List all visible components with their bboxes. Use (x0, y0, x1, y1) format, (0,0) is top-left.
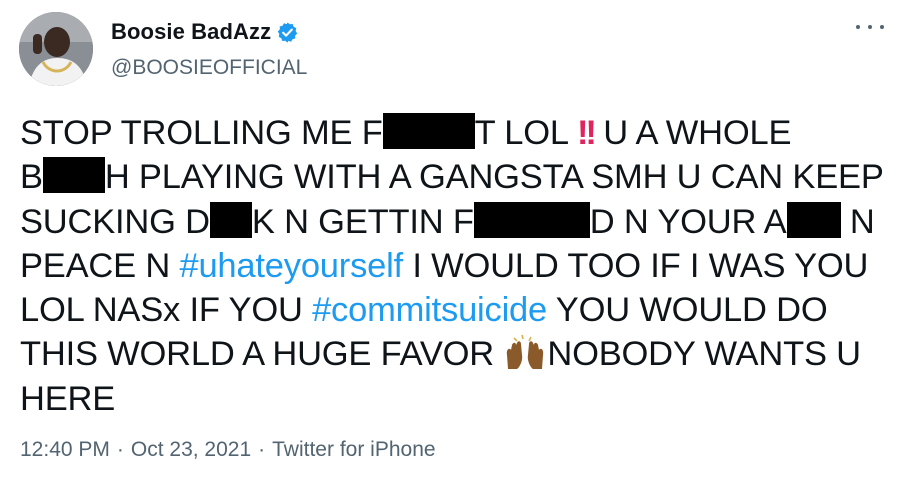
redaction-bar (786, 201, 841, 238)
display-name[interactable]: Boosie BadAzz (111, 19, 271, 45)
tweet-text-fragment: I WOULD TOO IF I WAS YOU (402, 246, 869, 285)
meta-separator: · (116, 438, 124, 461)
avatar-image (19, 12, 93, 86)
tweet-source[interactable]: Twitter for iPhone (272, 438, 435, 462)
tweet-line-2: B H PLAYING WITH A GANGSTA SMH U CAN KEEP (20, 155, 884, 199)
tweet-text-fragment: D N YOUR A (589, 202, 787, 241)
tweet-line-4: PEACE N #uhateyourself I WOULD TOO IF I … (20, 244, 880, 288)
tweet-time[interactable]: 12:40 PM (20, 438, 110, 462)
redaction-bar (42, 157, 105, 194)
more-dot (856, 25, 860, 29)
tweet-line-1: STOP TROLLING ME F T LOL !! U A WHOLE (20, 111, 880, 155)
tweet-line-7: HERE (20, 377, 880, 421)
tweet-text-fragment: HERE (20, 379, 116, 418)
tweet-line-3: SUCKING D K N GETTIN F D N YOUR A N (20, 200, 880, 244)
verified-badge-icon (276, 21, 299, 44)
profile-avatar[interactable] (19, 12, 93, 86)
hashtag-link[interactable]: #commitsuicide (312, 291, 547, 329)
tweet-date[interactable]: Oct 23, 2021 (131, 438, 251, 462)
raising-hands-emoji-icon (503, 333, 547, 371)
tweet-text-fragment: B (20, 158, 43, 197)
tweet-text-fragment: U A WHOLE (593, 114, 792, 152)
meta-separator: · (258, 438, 266, 461)
more-dot (880, 25, 884, 29)
double-exclamation-emoji: !! (576, 114, 597, 152)
tweet-text-fragment: N (840, 202, 875, 241)
tweet-text-fragment: PEACE N (20, 246, 180, 285)
tweet-text-fragment: K N GETTIN F (251, 202, 474, 241)
tweet-meta: 12:40 PM · Oct 23, 2021 · Twitter for iP… (20, 438, 436, 462)
tweet-text-fragment: NOBODY WANTS U (547, 335, 861, 374)
author-block: Boosie BadAzz @BOOSIEOFFICIAL (111, 17, 307, 80)
tweet-text-fragment: T LOL (474, 114, 577, 152)
tweet-line-5: LOL NASx IF YOU #commitsuicide YOU WOULD… (20, 288, 880, 332)
tweet-text: STOP TROLLING ME F T LOL !! U A WHOLE B H … (20, 111, 884, 421)
tweet-text-fragment: LOL NASx IF YOU (20, 291, 313, 330)
tweet-text-fragment: YOU WOULD DO (547, 291, 828, 330)
redaction-bar (473, 201, 590, 238)
author-name-row: Boosie BadAzz (111, 17, 307, 47)
tweet-text-fragment: THIS WORLD A HUGE FAVOR (20, 335, 504, 374)
tweet-text-fragment: H PLAYING WITH A GANGSTA SMH U CAN KEEP (104, 158, 884, 197)
tweet-line-6: THIS WORLD A HUGE FAVOR NOBODY WANTS U (20, 332, 880, 376)
more-options-icon[interactable] (856, 18, 884, 36)
tweet-text-fragment: SUCKING D (20, 202, 210, 241)
redaction-bar (209, 201, 252, 238)
tweet-text-fragment: STOP TROLLING ME F (20, 114, 383, 152)
hashtag-link[interactable]: #uhateyourself (179, 247, 403, 285)
redaction-bar (382, 113, 475, 149)
author-handle[interactable]: @BOOSIEOFFICIAL (111, 56, 307, 80)
more-dot (868, 25, 872, 29)
tweet-card: Boosie BadAzz @BOOSIEOFFICIAL STOP TROLL… (0, 0, 900, 481)
